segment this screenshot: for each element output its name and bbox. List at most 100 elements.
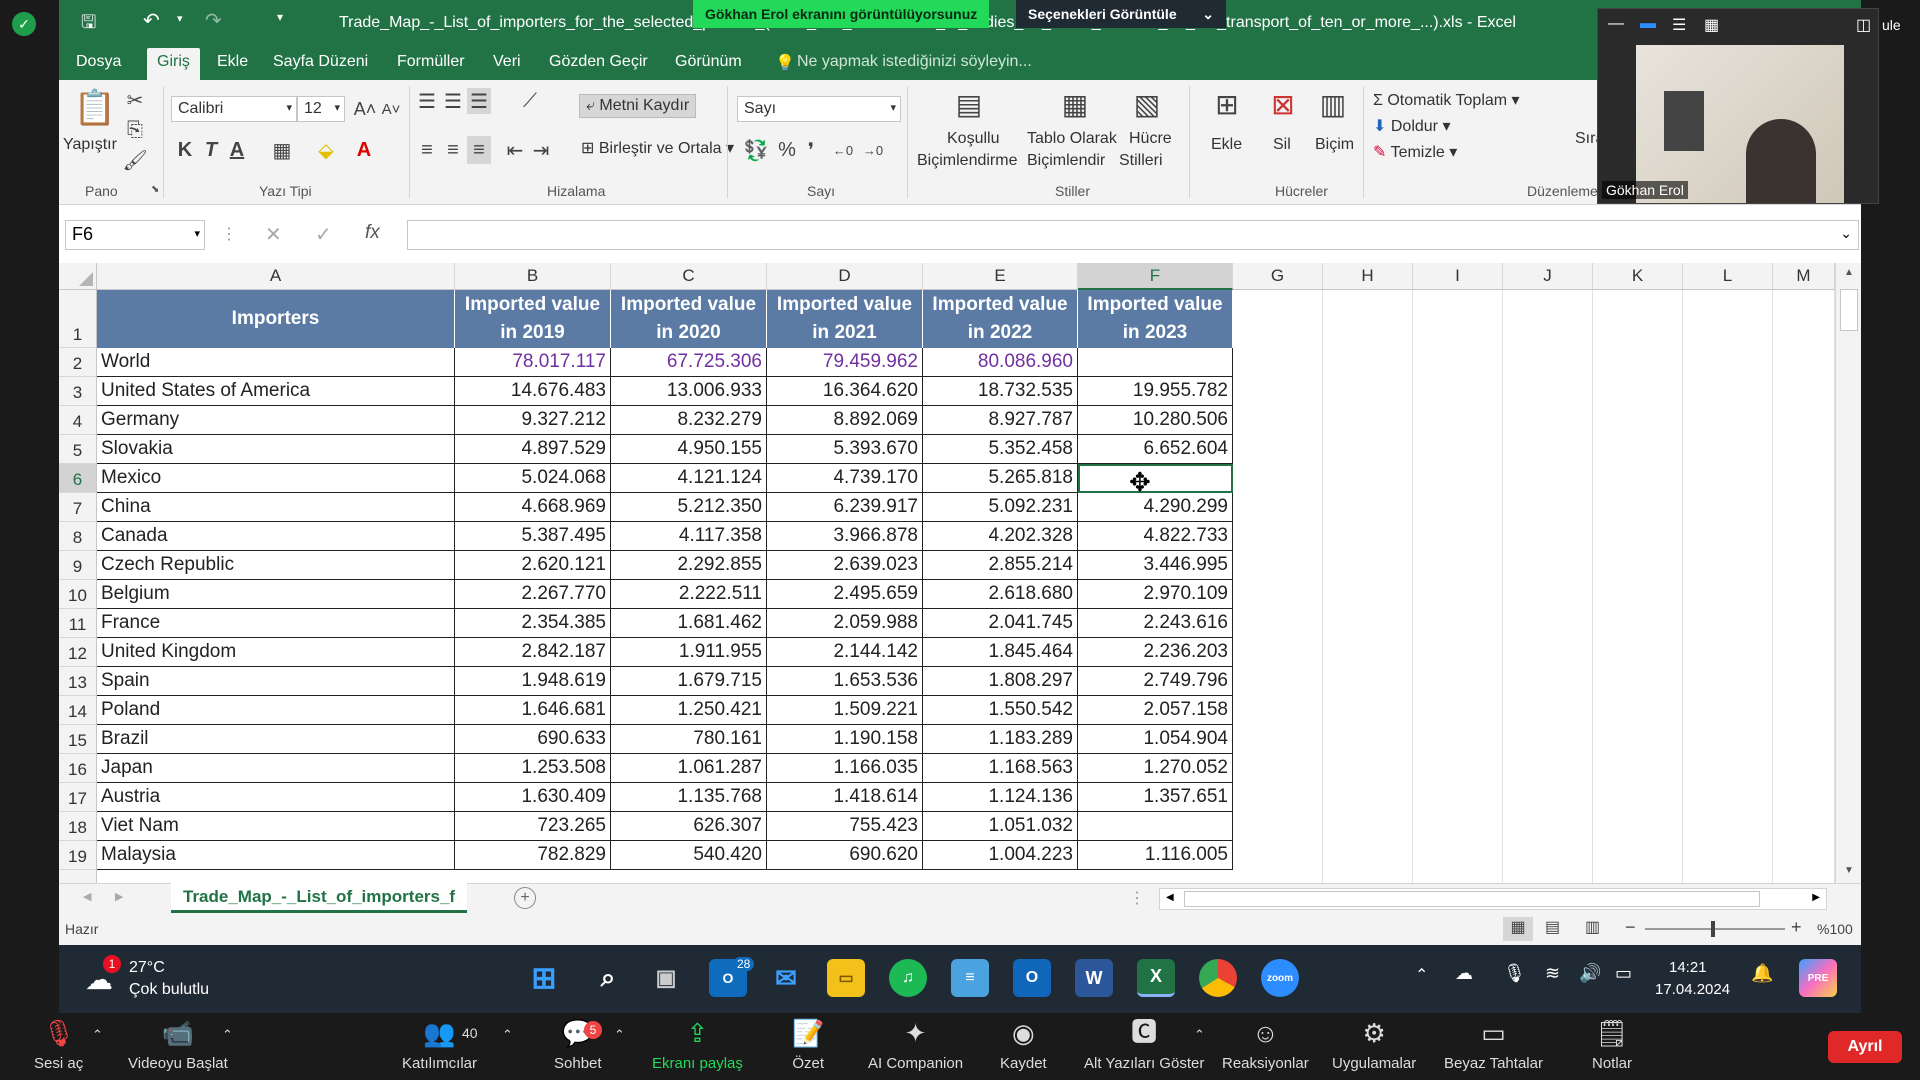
cell-value[interactable]: 4.739.170	[767, 464, 923, 493]
row-header-18[interactable]: 18	[59, 812, 97, 841]
cell-importer-name[interactable]: Germany	[97, 406, 455, 435]
grow-font-icon[interactable]: A˄	[353, 96, 377, 122]
insert-cells-label[interactable]: Ekle	[1211, 136, 1242, 154]
cell-value[interactable]: 1.550.542	[923, 696, 1078, 725]
excel-icon[interactable]: X	[1137, 959, 1175, 997]
increase-indent-icon[interactable]: ⇥	[529, 136, 553, 164]
captions-options-icon[interactable]: ⌃	[1194, 1027, 1205, 1043]
cell-importer-name[interactable]: Belgium	[97, 580, 455, 609]
cell-value[interactable]: 5.393.670	[767, 435, 923, 464]
cell-value[interactable]: 4.950.155	[611, 435, 767, 464]
save-icon[interactable]: 🖫	[81, 10, 96, 40]
vertical-scrollbar[interactable]: ▲ ▼	[1835, 263, 1861, 883]
cell-importer-name[interactable]: Czech Republic	[97, 551, 455, 580]
cell-value[interactable]: 4.897.529	[455, 435, 611, 464]
number-format-select[interactable]: Sayı ▾	[737, 96, 901, 122]
paste-icon[interactable]: 📋	[73, 86, 117, 130]
row-header-16[interactable]: 16	[59, 754, 97, 783]
font-name-select[interactable]: Calibri ▾	[171, 96, 297, 122]
cell-value[interactable]: 1.948.619	[455, 667, 611, 696]
cell-value[interactable]: 723.265	[455, 812, 611, 841]
tab-dosya[interactable]: Dosya	[76, 53, 121, 71]
webcam-thumbnail[interactable]: — ▬ ☰ ▦ ◫ Gökhan Erol ule	[1597, 8, 1901, 204]
layout-icon[interactable]: ▬	[1640, 15, 1656, 33]
row-header-9[interactable]: 9	[59, 551, 97, 580]
cell-value[interactable]: 1.845.464	[923, 638, 1078, 667]
scroll-left-icon[interactable]: ◀	[1166, 892, 1174, 903]
tell-me-search[interactable]: Ne yapmak istediğinizi söyleyin...	[797, 53, 1032, 71]
cell-value[interactable]: 5.024.068	[455, 464, 611, 493]
next-sheet-icon[interactable]: ▶	[115, 890, 123, 903]
merge-center-button[interactable]: ⊞ Birleştir ve Ortala ▾	[581, 138, 734, 158]
fill-color-icon[interactable]: ⬙	[311, 136, 341, 164]
align-top-icon[interactable]: ☰	[415, 88, 439, 114]
cell-value[interactable]: 2.243.616	[1078, 609, 1233, 638]
cell-value[interactable]: 782.829	[455, 841, 611, 870]
cell-value[interactable]: 1.166.035	[767, 754, 923, 783]
cell-importer-name[interactable]: Brazil	[97, 725, 455, 754]
horizontal-scrollbar[interactable]: ◀ ▶	[1159, 888, 1827, 910]
cell-value[interactable]: 2.620.121	[455, 551, 611, 580]
row-header-12[interactable]: 12	[59, 638, 97, 667]
italic-button[interactable]: T	[199, 136, 223, 164]
cell-value[interactable]: 6.652.604	[1078, 435, 1233, 464]
row-header-11[interactable]: 11	[59, 609, 97, 638]
cell-value[interactable]: 755.423	[767, 812, 923, 841]
zoom-out-icon[interactable]: −	[1625, 917, 1636, 938]
volume-icon[interactable]: 🔊	[1579, 963, 1601, 984]
cell-value[interactable]: 1.679.715	[611, 667, 767, 696]
cell-styles-icon[interactable]: ▧	[1129, 86, 1165, 122]
paste-label[interactable]: Yapıştır	[63, 136, 117, 154]
cell-value[interactable]: 4.290.299	[1078, 493, 1233, 522]
cell-value[interactable]: 2.041.745	[923, 609, 1078, 638]
chrome-icon[interactable]	[1199, 959, 1237, 997]
tab-ekle[interactable]: Ekle	[217, 53, 248, 71]
header-imported-value-f[interactable]: Imported value in 2023	[1078, 290, 1233, 348]
row-header-15[interactable]: 15	[59, 725, 97, 754]
header-imported-value-c[interactable]: Imported value in 2020	[611, 290, 767, 348]
cell-value[interactable]: 1.116.005	[1078, 841, 1233, 870]
align-bottom-icon[interactable]: ☰	[467, 88, 491, 114]
prev-sheet-icon[interactable]: ◀	[83, 890, 91, 903]
cell-value[interactable]: 67.725.306	[611, 348, 767, 377]
column-header-k[interactable]: K	[1593, 263, 1683, 290]
cell-value[interactable]: 1.004.223	[923, 841, 1078, 870]
tab-gozden-gecir[interactable]: Gözden Geçir	[549, 53, 648, 71]
cell-importer-name[interactable]: Viet Nam	[97, 812, 455, 841]
cell-value[interactable]: 2.267.770	[455, 580, 611, 609]
cell-value[interactable]: 3.966.878	[767, 522, 923, 551]
header-imported-value-e[interactable]: Imported value in 2022	[923, 290, 1078, 348]
word-icon[interactable]: W	[1075, 959, 1113, 997]
decrease-decimal-icon[interactable]: →0	[859, 136, 887, 164]
wrap-text-button[interactable]: ⤶ Metni Kaydır	[579, 94, 697, 118]
cell-value[interactable]: 79.459.962	[767, 348, 923, 377]
leave-button[interactable]: Ayrıl	[1828, 1031, 1902, 1063]
cell-value[interactable]: 1.190.158	[767, 725, 923, 754]
clock-time[interactable]: 14:21	[1669, 959, 1707, 976]
tab-veri[interactable]: Veri	[493, 53, 521, 71]
column-header-b[interactable]: B	[455, 263, 611, 290]
expand-formula-icon[interactable]: ⌄	[1840, 225, 1852, 242]
record-button[interactable]: ◉ Kaydet	[1000, 1013, 1047, 1080]
cell-value[interactable]: 78.017.117	[455, 348, 611, 377]
start-icon[interactable]: ⊞	[525, 959, 563, 997]
cell-value[interactable]: 10.280.506	[1078, 406, 1233, 435]
onedrive-icon[interactable]: ☁	[1455, 963, 1473, 984]
format-cells-label[interactable]: Biçim	[1315, 136, 1354, 154]
column-header-i[interactable]: I	[1413, 263, 1503, 290]
cell-value[interactable]: 1.250.421	[611, 696, 767, 725]
cell-value[interactable]	[1078, 812, 1233, 841]
cell-value[interactable]: 19.955.782	[1078, 377, 1233, 406]
clock-date[interactable]: 17.04.2024	[1655, 981, 1730, 998]
cell-value[interactable]: 1.653.536	[767, 667, 923, 696]
delete-cells-icon[interactable]: ⊠	[1265, 86, 1301, 122]
dialog-launcher-icon[interactable]: ⬊	[151, 184, 159, 195]
search-icon[interactable]: ⌕	[589, 959, 627, 997]
notepad-icon[interactable]: ≡	[951, 959, 989, 997]
column-header-m[interactable]: M	[1773, 263, 1835, 290]
cell-value[interactable]: 5.387.495	[455, 522, 611, 551]
cell-value[interactable]: 80.086.960	[923, 348, 1078, 377]
row-header-1[interactable]: 1	[59, 290, 97, 348]
header-imported-value-d[interactable]: Imported value in 2021	[767, 290, 923, 348]
cell-value[interactable]: 2.618.680	[923, 580, 1078, 609]
